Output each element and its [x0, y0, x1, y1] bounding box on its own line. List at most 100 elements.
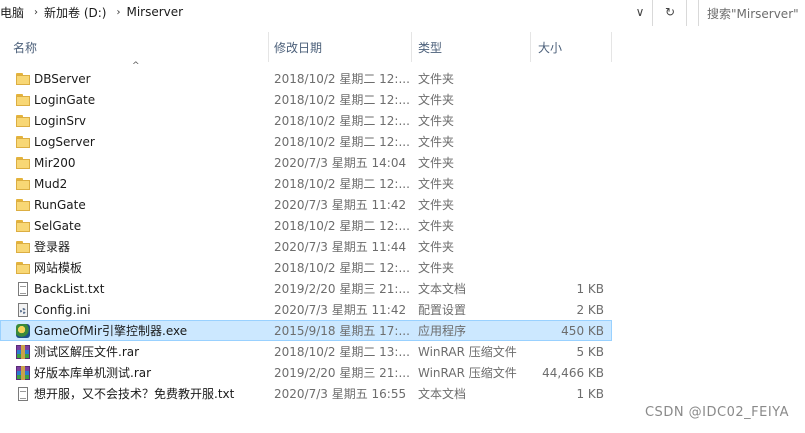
chevron-right-icon[interactable]: › — [110, 7, 126, 18]
file-row[interactable]: SelGate 2018/10/2 星期二 12:... 文件夹 — [0, 215, 612, 236]
folder-icon — [15, 134, 31, 150]
file-size — [535, 236, 604, 257]
column-header-date-label: 修改日期 — [274, 40, 323, 55]
file-name: LogServer — [34, 134, 95, 149]
file-name-cell[interactable]: 登录器 — [15, 236, 270, 257]
file-date: 2018/10/2 星期二 13:... — [274, 345, 409, 359]
file-row[interactable]: LoginSrv 2018/10/2 星期二 12:... 文件夹 — [0, 110, 612, 131]
file-list: DBServer 2018/10/2 星期二 12:... 文件夹 LoginGate… — [0, 68, 612, 404]
column-divider[interactable] — [530, 32, 531, 62]
file-name-cell[interactable]: 测试区解压文件.rar — [15, 341, 270, 362]
text-document-icon — [15, 386, 31, 402]
folder-icon — [15, 239, 31, 255]
file-name-cell[interactable]: LoginSrv — [15, 110, 270, 131]
folder-icon — [15, 92, 31, 108]
file-name: DBServer — [34, 71, 91, 86]
column-header-size[interactable]: 大小 — [538, 32, 608, 62]
file-type: 文件夹 — [418, 156, 455, 170]
file-row[interactable]: 想开服，又不会技术？免费教开服.txt 2020/7/3 星期五 16:55 文本文… — [0, 383, 612, 404]
watermark: CSDN @IDC02_FEIYA — [644, 405, 789, 420]
folder-icon — [15, 176, 31, 192]
file-type: 配置设置 — [418, 303, 467, 317]
file-size — [535, 257, 604, 278]
file-size — [535, 68, 604, 89]
file-type: 应用程序 — [418, 324, 467, 338]
folder-icon — [15, 197, 31, 213]
refresh-button[interactable]: ↻ — [657, 0, 683, 24]
file-name: Mir200 — [34, 155, 76, 170]
file-name-cell[interactable]: DBServer — [15, 68, 270, 89]
file-date: 2020/7/3 星期五 11:42 — [274, 303, 407, 317]
file-name-cell[interactable]: 好版本库单机测试.rar — [15, 362, 270, 383]
column-header-date[interactable]: 修改日期 — [274, 32, 410, 62]
breadcrumb[interactable]: 电脑 › 新加卷 (D:) › Mirserver — [0, 0, 628, 24]
file-size: 5 KB — [576, 344, 604, 359]
file-date: 2018/10/2 星期二 12:... — [274, 261, 409, 275]
breadcrumb-folder[interactable]: Mirserver — [126, 5, 187, 19]
search-placeholder: 搜索"Mirserver" — [707, 6, 799, 21]
column-header-name-label: 名称 — [13, 40, 38, 55]
file-type: 文本文档 — [418, 387, 467, 401]
address-history-dropdown-button[interactable]: ∨ — [628, 0, 652, 24]
file-row[interactable]: 登录器 2020/7/3 星期五 11:44 文件夹 — [0, 236, 612, 257]
file-type: 文件夹 — [418, 219, 455, 233]
file-row[interactable]: Mir200 2020/7/3 星期五 14:04 文件夹 — [0, 152, 612, 173]
file-name-cell[interactable]: Mud2 — [15, 173, 270, 194]
file-name: 网站模板 — [34, 261, 83, 275]
file-name-cell[interactable]: Config.ini — [15, 299, 270, 320]
file-type: WinRAR 压缩文件 — [418, 366, 517, 380]
column-header-type[interactable]: 类型 — [418, 32, 530, 62]
column-divider[interactable] — [411, 32, 412, 62]
file-name-cell[interactable]: 网站模板 — [15, 257, 270, 278]
file-row[interactable]: 测试区解压文件.rar 2018/10/2 星期二 13:... WinRAR 压缩… — [0, 341, 612, 362]
file-name-cell[interactable]: SelGate — [15, 215, 270, 236]
file-date: 2018/10/2 星期二 12:... — [274, 93, 409, 107]
file-name: Config.ini — [34, 302, 91, 317]
refresh-icon: ↻ — [664, 5, 676, 19]
column-divider[interactable] — [268, 32, 269, 62]
file-size — [535, 152, 604, 173]
file-row[interactable]: GameOfMir引擎控制器.exe 2015/9/18 星期五 17:... 应用… — [0, 320, 612, 341]
file-name: 测试区解压文件.rar — [34, 345, 140, 359]
search-input[interactable]: 搜索"Mirserver" — [698, 0, 805, 26]
file-date: 2019/2/20 星期三 21:... — [274, 366, 409, 380]
breadcrumb-drive[interactable]: 新加卷 (D:) — [44, 4, 110, 21]
column-divider[interactable] — [611, 32, 612, 62]
file-name-cell[interactable]: LogServer — [15, 131, 270, 152]
file-type: 文件夹 — [418, 114, 455, 128]
file-date: 2020/7/3 星期五 14:04 — [274, 156, 407, 170]
file-type: 文件夹 — [418, 261, 455, 275]
file-name-cell[interactable]: LoginGate — [15, 89, 270, 110]
file-row[interactable]: LogServer 2018/10/2 星期二 12:... 文件夹 — [0, 131, 612, 152]
file-row[interactable]: Config.ini 2020/7/3 星期五 11:42 配置设置 2 KB — [0, 299, 612, 320]
file-row[interactable]: DBServer 2018/10/2 星期二 12:... 文件夹 — [0, 68, 612, 89]
chevron-right-icon[interactable]: › — [28, 7, 44, 18]
file-row[interactable]: LoginGate 2018/10/2 星期二 12:... 文件夹 — [0, 89, 612, 110]
file-size — [535, 89, 604, 110]
file-name: BackList.txt — [34, 281, 105, 296]
file-name: Mud2 — [34, 176, 68, 191]
file-name-cell[interactable]: Mir200 — [15, 152, 270, 173]
file-name-cell[interactable]: GameOfMir引擎控制器.exe — [15, 320, 270, 341]
file-date: 2018/10/2 星期二 12:... — [274, 177, 409, 191]
file-type: 文件夹 — [418, 198, 455, 212]
file-row[interactable]: Mud2 2018/10/2 星期二 12:... 文件夹 — [0, 173, 612, 194]
column-header-name[interactable]: 名称 — [13, 32, 268, 62]
file-type: 文件夹 — [418, 93, 455, 107]
file-type: WinRAR 压缩文件 — [418, 345, 517, 359]
file-type: 文本文档 — [418, 282, 467, 296]
file-row[interactable]: BackList.txt 2019/2/20 星期三 21:... 文本文档 1 KB — [0, 278, 612, 299]
file-size — [535, 215, 604, 236]
breadcrumb-this-pc[interactable]: 电脑 — [0, 4, 28, 21]
file-row[interactable]: 好版本库单机测试.rar 2019/2/20 星期三 21:... WinRAR 压… — [0, 362, 612, 383]
file-size — [535, 131, 604, 152]
file-name-cell[interactable]: 想开服，又不会技术？免费教开服.txt — [15, 383, 270, 404]
file-name: 好版本库单机测试.rar — [34, 366, 152, 380]
folder-icon — [15, 113, 31, 129]
file-name-cell[interactable]: BackList.txt — [15, 278, 270, 299]
file-row[interactable]: RunGate 2020/7/3 星期五 11:42 文件夹 — [0, 194, 612, 215]
file-size: 44,466 KB — [542, 365, 604, 380]
file-row[interactable]: 网站模板 2018/10/2 星期二 12:... 文件夹 — [0, 257, 612, 278]
file-name-cell[interactable]: RunGate — [15, 194, 270, 215]
file-date: 2018/10/2 星期二 12:... — [274, 114, 409, 128]
